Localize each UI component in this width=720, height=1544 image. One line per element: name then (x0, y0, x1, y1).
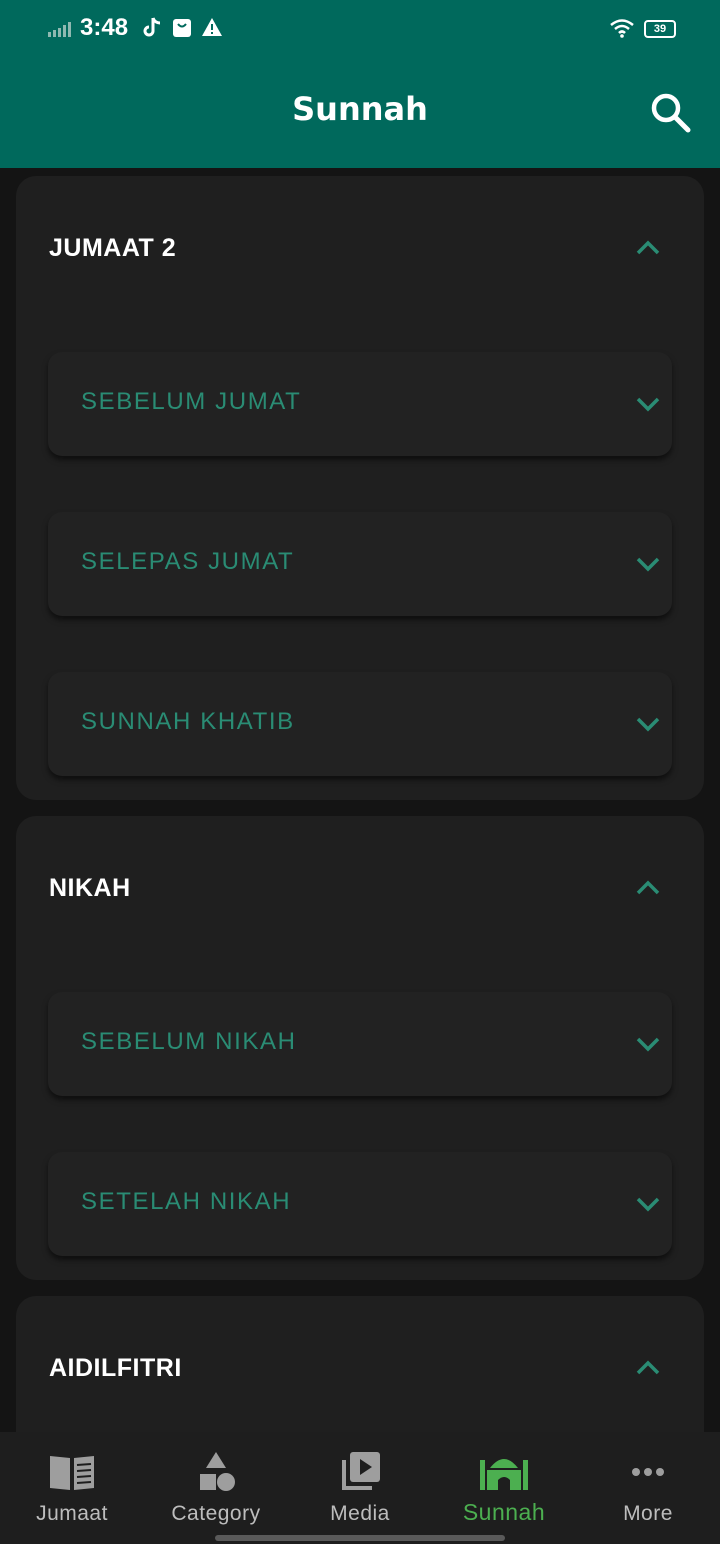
video-library-icon (342, 1452, 380, 1490)
section-nikah: NIKAH SEBELUM NIKAH SETELAH NIKAH (16, 816, 704, 1280)
section-header-aidilfitri[interactable]: AIDILFITRI (16, 1296, 704, 1432)
nav-item-category[interactable]: Category (144, 1432, 288, 1544)
sub-item-label: SELEPAS JUMAT (81, 548, 295, 575)
sub-item-label: SEBELUM NIKAH (81, 1028, 297, 1055)
tiktok-icon (143, 17, 161, 37)
chevron-down-icon (636, 397, 660, 412)
more-dots-icon (632, 1468, 664, 1476)
nav-item-sunnah[interactable]: Sunnah (432, 1432, 576, 1544)
warning-icon (202, 18, 222, 36)
section-title: AIDILFITRI (49, 1354, 182, 1382)
sunnah-list[interactable]: JUMAAT 2 SEBELUM JUMAT SELEPAS JUMAT SUN… (0, 168, 720, 1432)
chevron-down-icon (636, 717, 660, 732)
home-indicator (215, 1535, 505, 1541)
nav-label: Category (171, 1502, 261, 1525)
chevron-down-icon (636, 1037, 660, 1052)
status-time: 3:48 (80, 14, 129, 41)
bag-icon (173, 19, 191, 37)
sub-item-label: SUNNAH KHATIB (81, 708, 295, 735)
signal-icon (48, 22, 71, 37)
nav-item-media[interactable]: Media (288, 1432, 432, 1544)
shapes-icon (200, 1452, 235, 1491)
section-header-nikah[interactable]: NIKAH (16, 816, 704, 960)
battery-level: 39 (653, 23, 667, 35)
chevron-up-icon (636, 880, 660, 895)
mosque-icon (480, 1459, 528, 1490)
sub-item-sebelum-nikah[interactable]: SEBELUM NIKAH (48, 992, 672, 1096)
sub-item-setelah-nikah[interactable]: SETELAH NIKAH (48, 1152, 672, 1256)
chevron-down-icon (636, 557, 660, 572)
section-jumaat-2: JUMAAT 2 SEBELUM JUMAT SELEPAS JUMAT SUN… (16, 176, 704, 800)
nav-label: Media (330, 1502, 390, 1525)
nav-label: Jumaat (36, 1502, 108, 1525)
section-aidilfitri: AIDILFITRI (16, 1296, 704, 1432)
chevron-up-icon (636, 1360, 660, 1375)
book-icon (50, 1456, 94, 1490)
wifi-icon (610, 19, 634, 38)
chevron-down-icon (636, 1197, 660, 1212)
section-title: JUMAAT 2 (49, 234, 177, 262)
status-bar: 3:48 39 (0, 0, 720, 58)
section-header-jumaat-2[interactable]: JUMAAT 2 (16, 176, 704, 320)
nav-label: More (623, 1502, 673, 1525)
chevron-up-icon (636, 240, 660, 255)
sub-item-label: SEBELUM JUMAT (81, 388, 302, 415)
section-title: NIKAH (49, 874, 131, 902)
sub-item-selepas-jumat[interactable]: SELEPAS JUMAT (48, 512, 672, 616)
nav-item-jumaat[interactable]: Jumaat (0, 1432, 144, 1544)
app-bar: Sunnah (0, 58, 720, 168)
sub-item-sebelum-jumat[interactable]: SEBELUM JUMAT (48, 352, 672, 456)
nav-label: Sunnah (462, 1499, 546, 1525)
bottom-navigation: Jumaat Category Media Sunnah More (0, 1432, 720, 1544)
nav-item-more[interactable]: More (576, 1432, 720, 1544)
sub-item-label: SETELAH NIKAH (81, 1188, 292, 1215)
page-title: Sunnah (292, 90, 428, 128)
battery-icon: 39 (644, 20, 676, 38)
sub-item-sunnah-khatib[interactable]: SUNNAH KHATIB (48, 672, 672, 776)
search-icon[interactable] (648, 90, 694, 136)
